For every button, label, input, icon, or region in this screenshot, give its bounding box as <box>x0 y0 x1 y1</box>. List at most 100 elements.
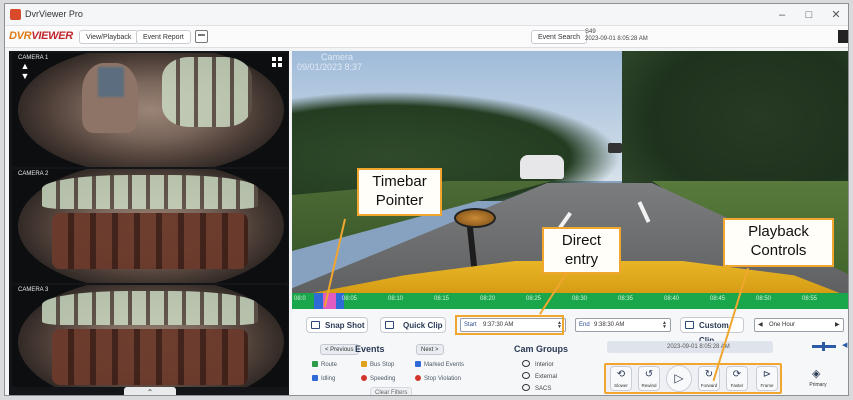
privacy-blur <box>98 67 124 97</box>
next-event-button[interactable]: Next > <box>416 344 444 355</box>
grid-layout-icon[interactable] <box>272 57 282 67</box>
slower-button[interactable]: ⟲ Slower <box>610 366 632 391</box>
idling-icon <box>312 375 318 381</box>
marked-events-icon <box>415 361 421 367</box>
timebar-tick: 08:10 <box>388 296 404 302</box>
faster-icon: ⟳ <box>732 369 742 380</box>
scroll-up-handle[interactable]: ⌃ <box>124 387 176 395</box>
timebar-tick: 08:30 <box>572 296 588 302</box>
cam-group-sacs[interactable]: SACS <box>522 384 551 392</box>
quick-clip-icon <box>385 321 394 329</box>
minimize-button[interactable]: – <box>771 7 793 23</box>
timebar[interactable]: 08:0 08:05 08:10 08:15 08:20 08:25 08:30… <box>292 293 848 309</box>
white-car <box>520 155 564 179</box>
play-icon: ▷ <box>674 371 684 385</box>
stop-violation-icon <box>415 375 421 381</box>
bus-window <box>162 57 252 127</box>
datetime-field[interactable]: 2023-09-01 8:05:28 AM <box>607 341 773 353</box>
sw-label: S49 <box>585 29 596 35</box>
range-select[interactable]: ◀ One Hour ▶ <box>754 318 844 332</box>
cam-groups-title: Cam Groups <box>514 344 569 354</box>
event-search-button[interactable]: Event Search <box>531 30 588 44</box>
speeding-icon <box>361 375 367 381</box>
timebar-tick: 08:55 <box>802 296 818 302</box>
direct-entry-highlight <box>455 315 564 335</box>
timebar-marked-segment <box>314 293 323 309</box>
event-filter-idling[interactable]: Idling <box>312 375 335 382</box>
cam-group-external[interactable]: External <box>522 372 557 380</box>
video-osd: Camera 09/01/2023 8:37 <box>297 52 362 72</box>
timebar-tick: 08:50 <box>756 296 772 302</box>
event-filter-marked[interactable]: Marked Events <box>415 361 464 368</box>
clear-filters-button[interactable]: Clear Filters <box>370 387 413 395</box>
route-icon <box>312 361 318 367</box>
timebar-tick: 08:20 <box>480 296 496 302</box>
bus-windows <box>42 175 258 209</box>
camera-view-3[interactable]: CAMERA 3 <box>12 285 288 387</box>
volume-icon[interactable]: ◀ <box>842 341 848 351</box>
event-report-button[interactable]: Event Report <box>136 30 191 44</box>
direct-entry-callout: Direct entry <box>542 227 621 274</box>
primary-icon: ◈ <box>812 368 821 380</box>
frame-button[interactable]: ⊳ Frame <box>756 366 778 391</box>
camera-view-2[interactable]: CAMERA 2 <box>12 169 288 283</box>
bus-seats <box>52 213 248 269</box>
timebar-pointer-callout: Timebar Pointer <box>357 168 442 216</box>
event-filter-route[interactable]: Route <box>312 361 337 368</box>
timebar-tick: 08:25 <box>526 296 542 302</box>
timebar-tick: 08:35 <box>618 296 634 302</box>
timebar-tick: 08:0 <box>294 296 306 302</box>
primary-button[interactable]: ◈ Primary <box>804 365 832 393</box>
event-filter-speeding[interactable]: Speeding <box>361 375 395 382</box>
camera-view-1[interactable]: CAMERA 1 ▲ ▼ <box>12 53 288 167</box>
faster-button[interactable]: ⟳ Faster <box>726 366 748 391</box>
timebar-tick: 08:05 <box>342 296 358 302</box>
calendar-icon[interactable] <box>195 30 208 43</box>
snapshot-button[interactable]: Snap Shot <box>306 317 368 333</box>
previous-event-button[interactable]: < Previous <box>320 344 359 355</box>
quick-clip-button[interactable]: Quick Clip <box>380 317 446 333</box>
custom-clip-icon <box>685 321 694 329</box>
rewind-button[interactable]: ↺ Rewind <box>638 366 660 391</box>
events-title: Events <box>355 344 385 354</box>
volume-slider[interactable] <box>812 342 836 351</box>
timebar-tick: 08:40 <box>664 296 680 302</box>
app-icon <box>10 9 21 20</box>
cam-group-interior[interactable]: Interior <box>522 360 554 368</box>
move-arrows-icon[interactable]: ▲ ▼ <box>18 61 32 83</box>
crossview-mirror <box>454 208 496 228</box>
event-filter-stop-violation[interactable]: Stop Violation <box>415 375 461 382</box>
app-window: DvrViewer Pro – □ ✕ DVRVIEWER View/Playb… <box>4 3 849 396</box>
end-time-field[interactable]: End 9:38:30 AM ▲ ▼ <box>575 318 671 332</box>
bus-stop-icon <box>361 361 367 367</box>
bus-seats <box>52 329 248 385</box>
snapshot-icon <box>311 321 320 329</box>
timebar-tick: 08:15 <box>434 296 450 302</box>
camera-label: CAMERA 2 <box>18 171 49 177</box>
close-button[interactable]: ✕ <box>825 7 847 23</box>
osd-timestamp: 09/01/2023 8:37 <box>297 62 363 72</box>
title-bar: DvrViewer Pro – □ ✕ <box>5 4 848 26</box>
app-logo: DVRVIEWER <box>9 30 73 42</box>
slower-icon: ⟲ <box>616 369 626 380</box>
maximize-button[interactable]: □ <box>798 7 820 23</box>
osd-camera: Camera <box>321 52 354 62</box>
rewind-icon: ↺ <box>644 369 654 380</box>
event-filter-bus-stop[interactable]: Bus Stop <box>361 361 394 368</box>
sw-date: 2023-09-01 8:05:28 AM <box>585 36 648 42</box>
bus-windows <box>42 291 258 325</box>
menu-icon[interactable] <box>838 30 848 43</box>
spinner-icon[interactable]: ▲ ▼ <box>662 321 668 330</box>
window-title: DvrViewer Pro <box>25 9 83 19</box>
camera-column: CAMERA 1 ▲ ▼ CAMERA 2 CAMERA 3 ⌃ <box>9 51 289 395</box>
software-info: S49 2023-09-01 8:05:28 AM <box>585 29 648 43</box>
camera-label: CAMERA 3 <box>18 287 49 293</box>
play-button[interactable]: ▷ <box>666 365 692 392</box>
interior-icon <box>522 360 530 367</box>
dark-car <box>608 143 622 153</box>
timebar-tick: 08:45 <box>710 296 726 302</box>
view-playback-button[interactable]: View/Playback <box>79 30 139 44</box>
playback-controls: ⟲ Slower ↺ Rewind ▷ ↻ Forward ⟳ Faster ⊳… <box>604 363 782 394</box>
custom-clip-button[interactable]: Custom Clip <box>680 317 744 345</box>
control-panel: Snap Shot Quick Clip Start 9:37:30 AM ▲ ▼… <box>292 309 848 395</box>
